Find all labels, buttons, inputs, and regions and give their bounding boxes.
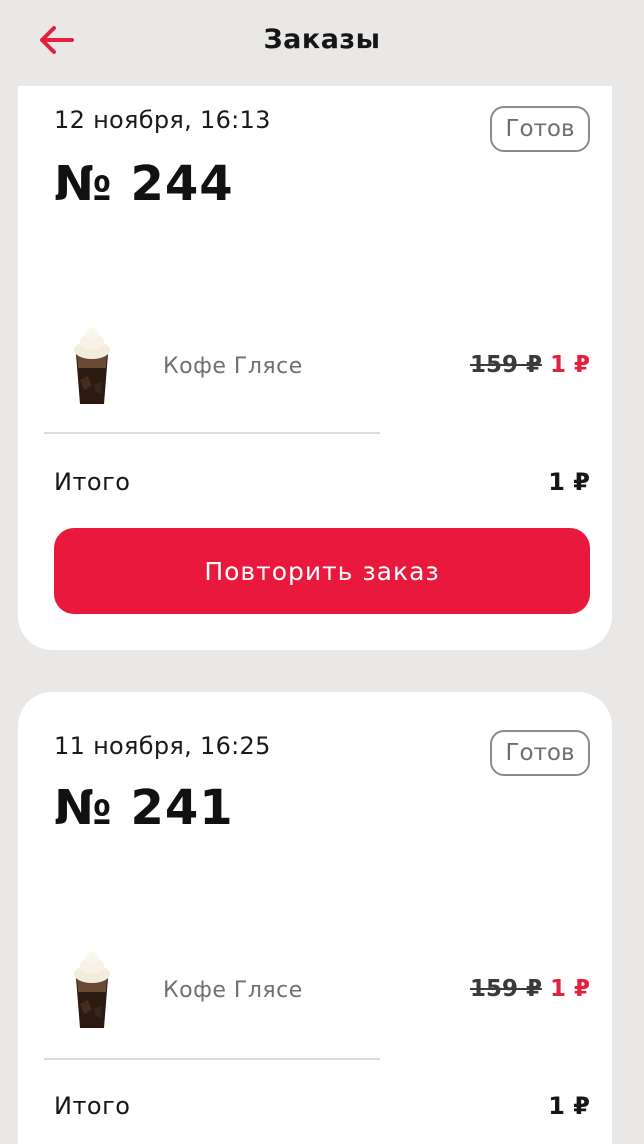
price: 159 ₽ 1 ₽ <box>470 352 590 378</box>
status-badge: Готов <box>490 730 590 776</box>
total-label: Итого <box>54 1092 131 1120</box>
total-value: 1 ₽ <box>548 468 590 496</box>
header: Заказы <box>0 0 644 86</box>
page-title: Заказы <box>263 24 381 55</box>
list-item: Кофе Глясе 159 ₽ 1 ₽ <box>18 324 612 414</box>
order-card[interactable]: 11 ноября, 16:25 Готов № 241 Кофе Глясе … <box>18 692 612 1144</box>
divider <box>44 1058 380 1060</box>
total-label: Итого <box>54 468 131 496</box>
new-price: 1 ₽ <box>549 352 590 378</box>
order-card[interactable]: 12 ноября, 16:13 Готов № 244 Кофе Глясе … <box>18 86 612 650</box>
old-price: 159 ₽ <box>469 976 542 1002</box>
product-name: Кофе Глясе <box>163 354 303 379</box>
old-price: 159 ₽ <box>469 352 542 378</box>
order-date: 12 ноября, 16:13 <box>54 106 271 134</box>
status-badge: Готов <box>490 106 590 152</box>
total-value: 1 ₽ <box>548 1092 590 1120</box>
new-price: 1 ₽ <box>549 976 590 1002</box>
order-number: № 241 <box>54 780 234 836</box>
repeat-order-button[interactable]: Повторить заказ <box>54 528 590 614</box>
divider <box>44 432 380 434</box>
iced-coffee-image <box>74 950 110 1028</box>
order-date: 11 ноября, 16:25 <box>54 732 271 760</box>
order-number: № 244 <box>54 156 234 212</box>
iced-coffee-image <box>74 326 110 404</box>
list-item: Кофе Глясе 159 ₽ 1 ₽ <box>18 948 612 1038</box>
product-name: Кофе Глясе <box>163 978 303 1003</box>
price: 159 ₽ 1 ₽ <box>470 976 590 1002</box>
orders-screen: Заказы 12 ноября, 16:13 Готов № 244 Кофе… <box>0 0 644 1144</box>
